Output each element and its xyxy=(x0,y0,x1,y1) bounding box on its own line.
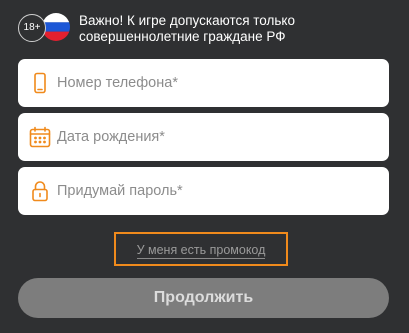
lock-icon xyxy=(29,180,51,202)
calendar-icon xyxy=(29,126,51,148)
password-placeholder: Придумай пароль* xyxy=(57,183,183,199)
promo-code-link[interactable]: У меня есть промокод xyxy=(116,242,286,259)
notice-text: Важно! К игре допускаются только соверше… xyxy=(79,13,295,44)
age-18-badge: 18+ xyxy=(18,14,46,42)
password-field[interactable]: Придумай пароль* xyxy=(18,167,389,215)
birthdate-placeholder: Дата рождения* xyxy=(57,129,165,145)
phone-placeholder: Номер телефона* xyxy=(57,75,178,91)
promo-code-label: У меня есть промокод xyxy=(136,243,266,259)
continue-button[interactable]: Продолжить xyxy=(18,278,389,318)
russia-flag-icon xyxy=(42,13,70,41)
phone-icon xyxy=(29,72,51,94)
age-notice: 18+ Важно! К игре допускаются только сов… xyxy=(18,12,398,48)
promo-code-highlight: У меня есть промокод xyxy=(114,232,288,266)
phone-field[interactable]: Номер телефона* xyxy=(18,59,389,107)
birthdate-field[interactable]: Дата рождения* xyxy=(18,113,389,161)
